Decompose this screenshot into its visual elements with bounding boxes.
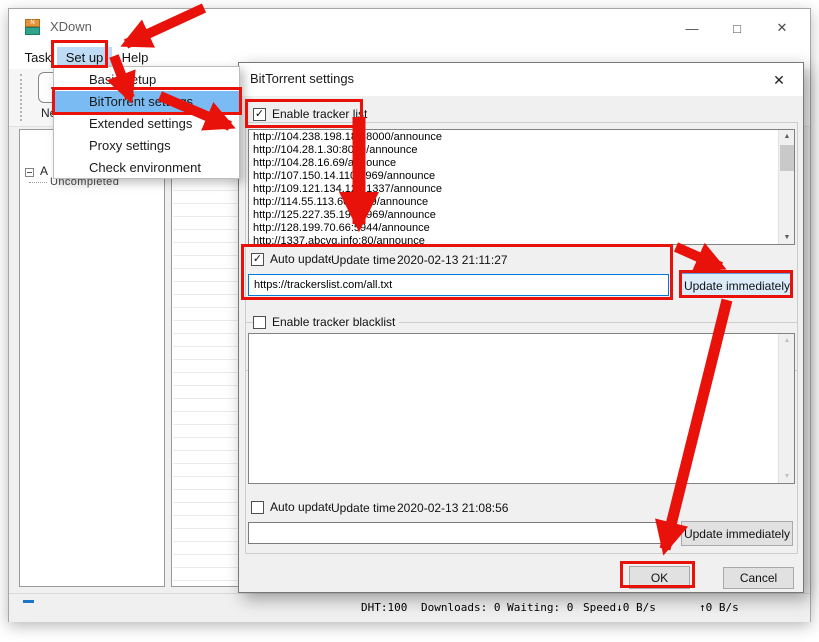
blacklist-auto-update-label: Auto update (270, 500, 335, 514)
minimize-button[interactable]: — (670, 15, 714, 41)
ok-label: OK (651, 571, 668, 585)
blacklist-auto-update-checkbox[interactable]: Auto update (251, 499, 339, 515)
menu-help[interactable]: Help (115, 47, 155, 68)
blacklist-update-time-value: 2020-02-13 21:08:56 (397, 501, 508, 515)
tracker-url: http://104.28.16.69/announce (253, 157, 776, 170)
tracker-url: http://109.121.134.121:1337/announce (253, 183, 776, 196)
status-queue: Downloads: 0 Waiting: 0 (421, 601, 573, 614)
check-glyph: ✓ (255, 109, 264, 120)
menu-item-bittorrent-settings[interactable]: BitTorrent settings (54, 91, 239, 113)
minus-glyph (27, 172, 32, 173)
scroll-down-icon[interactable]: ▼ (779, 473, 795, 480)
window-title: XDown (50, 19, 92, 34)
tracker-url-lines: http://104.238.198.186:8000/announce htt… (253, 131, 776, 245)
blacklist-update-time-label: Update time (331, 501, 396, 515)
dialog-close-icon: ✕ (773, 72, 785, 89)
tracker-source-url-input[interactable] (248, 274, 669, 296)
tracker-auto-update-checkbox[interactable]: ✓ Auto update (251, 251, 339, 267)
checkbox-checked-icon: ✓ (253, 108, 266, 121)
maximize-button[interactable]: □ (715, 15, 759, 41)
cancel-button[interactable]: Cancel (723, 567, 794, 589)
tracker-url-list[interactable]: http://104.238.198.186:8000/announce htt… (248, 129, 795, 245)
tracker-auto-update-label: Auto update (270, 252, 335, 266)
menu-task[interactable]: Task (19, 47, 57, 68)
status-bar: DHT:100 Downloads: 0 Waiting: 0 Speed↓0 … (9, 593, 810, 622)
menu-item-check-environment[interactable]: Check environment (54, 157, 239, 179)
tracker-update-now-button[interactable]: Update immediately (681, 273, 793, 298)
scroll-up-icon[interactable]: ▲ (779, 133, 795, 140)
menu-setup[interactable]: Set up (57, 47, 112, 68)
status-accent-dash (23, 600, 34, 603)
menu-item-proxy-settings[interactable]: Proxy settings (54, 135, 239, 157)
setup-menu-popup: Basic setup BitTorrent settings Extended… (53, 66, 240, 179)
close-icon: ✕ (777, 20, 788, 36)
checkbox-unchecked-icon (253, 316, 266, 329)
title-bar: N XDown — □ ✕ (9, 9, 810, 45)
tracker-url: http://1337.abcvg.info:80/announce (253, 235, 776, 245)
scroll-up-icon[interactable]: ▲ (779, 337, 795, 344)
tracker-url: http://104.238.198.186:8000/announce (253, 131, 776, 144)
dialog-title: BitTorrent settings (250, 71, 354, 86)
scrollbar-thumb[interactable] (780, 145, 794, 171)
dialog-title-bar: BitTorrent settings ✕ (239, 63, 803, 96)
toolbar-gripper[interactable] (20, 74, 23, 121)
check-glyph: ✓ (253, 254, 262, 265)
status-dht: DHT:100 (361, 601, 407, 614)
tracker-update-time-value: 2020-02-13 21:11:27 (397, 253, 508, 267)
app-logo-bottom (25, 27, 40, 35)
blacklist-source-url-input[interactable] (248, 522, 669, 544)
cancel-label: Cancel (740, 571, 777, 585)
tracker-list-scrollbar[interactable]: ▲ ▼ (778, 130, 794, 244)
tracker-update-time-label: Update time (331, 253, 396, 267)
enable-tracker-blacklist-label: Enable tracker blacklist (272, 315, 395, 329)
tracker-url: http://128.199.70.66:5944/announce (253, 222, 776, 235)
enable-tracker-blacklist-checkbox[interactable]: Enable tracker blacklist (253, 314, 399, 330)
bittorrent-settings-dialog: BitTorrent settings ✕ ✓ Enable tracker l… (238, 62, 804, 593)
app-logo-top: N (25, 19, 40, 27)
tree-collapse-icon[interactable] (25, 168, 34, 177)
tracker-url: http://107.150.14.110:6969/announce (253, 170, 776, 183)
blacklist-textarea[interactable]: ▲ ▼ (248, 333, 795, 484)
tracker-update-now-label: Update immediately (684, 279, 790, 293)
scroll-down-icon[interactable]: ▼ (779, 234, 795, 241)
app-logo-icon: N (24, 18, 42, 36)
tree-root-item[interactable]: A (40, 164, 48, 178)
status-speed-up: ↑0 B/s (699, 601, 739, 614)
menu-item-extended-settings[interactable]: Extended settings (54, 113, 239, 135)
tracker-url: http://104.28.1.30:8080/announce (253, 144, 776, 157)
checkbox-unchecked-icon (251, 501, 264, 514)
screenshot-stage: N XDown — □ ✕ Task Set up Help (0, 0, 819, 642)
maximize-icon: □ (733, 21, 741, 36)
enable-tracker-list-label: Enable tracker list (272, 107, 367, 121)
blacklist-update-now-button[interactable]: Update immediately (681, 521, 793, 546)
blacklist-scrollbar[interactable]: ▲ ▼ (778, 334, 794, 483)
status-speed-down: Speed↓0 B/s (583, 601, 656, 614)
dialog-close-button[interactable]: ✕ (765, 68, 793, 92)
tracker-url: http://114.55.113.60:6969/announce (253, 196, 776, 209)
enable-tracker-list-checkbox[interactable]: ✓ Enable tracker list (253, 106, 371, 122)
checkbox-checked-icon: ✓ (251, 253, 264, 266)
minimize-icon: — (686, 21, 699, 36)
tracker-url: http://125.227.35.196:6969/announce (253, 209, 776, 222)
ok-button[interactable]: OK (629, 566, 690, 589)
close-button[interactable]: ✕ (760, 15, 804, 41)
menu-item-basic-setup[interactable]: Basic setup (54, 69, 239, 91)
tree-branch-line (29, 182, 47, 183)
task-tree-panel: A Uncompleted (19, 129, 165, 587)
blacklist-update-now-label: Update immediately (684, 527, 790, 541)
